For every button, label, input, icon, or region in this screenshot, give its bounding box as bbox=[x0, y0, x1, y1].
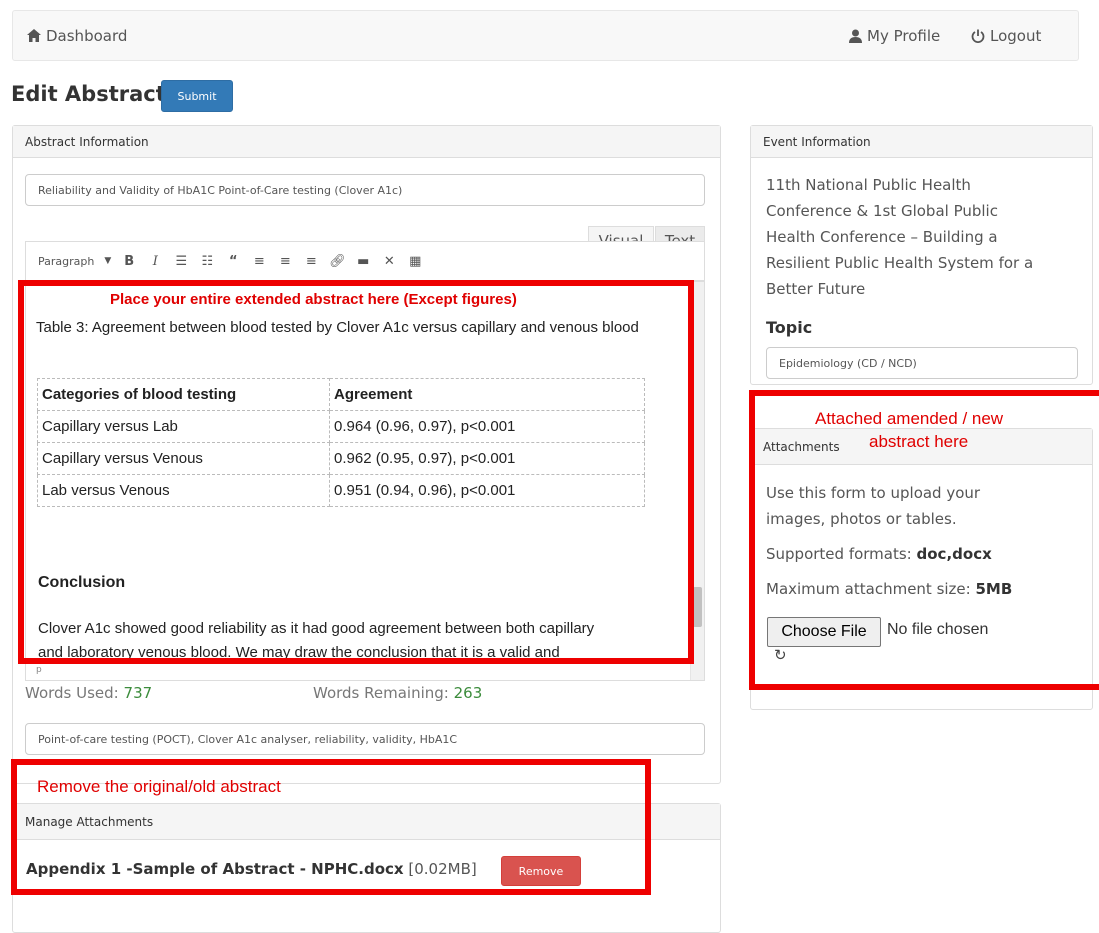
words-used-value: 737 bbox=[123, 684, 153, 702]
toolbar-toggle-icon[interactable]: ▦ bbox=[407, 254, 423, 269]
event-name-line: Conference & 1st Global Public bbox=[766, 202, 998, 220]
event-name: 11th National Public Health Conference &… bbox=[766, 172, 1086, 302]
user-icon bbox=[849, 29, 862, 43]
dashboard-label: Dashboard bbox=[46, 26, 128, 45]
logout-label: Logout bbox=[990, 26, 1042, 45]
page-title: Edit Abstract bbox=[11, 82, 166, 106]
words-used: Words Used: 737 bbox=[25, 684, 152, 702]
home-icon bbox=[27, 29, 41, 42]
annotation-attach-note-line2: abstract here bbox=[869, 432, 969, 451]
read-more-icon[interactable]: ▬ bbox=[355, 254, 371, 269]
event-information-heading: Event Information bbox=[751, 126, 1092, 158]
bold-icon[interactable]: B bbox=[121, 254, 137, 269]
annotation-editor-note: Place your entire extended abstract here… bbox=[110, 291, 517, 308]
event-name-line: Health Conference – Building a bbox=[766, 228, 998, 246]
my-profile-label: My Profile bbox=[867, 26, 941, 45]
words-remaining-label: Words Remaining: bbox=[313, 684, 449, 702]
fullscreen-icon[interactable]: ✕ bbox=[381, 254, 397, 269]
editor-toolbar: Paragraph ▼ B I ☰ ☷ “ ≡ ≡ ≡ 🔗︎ ▬ ✕ ▦ bbox=[25, 241, 705, 281]
align-center-icon[interactable]: ≡ bbox=[277, 254, 293, 269]
logout-link[interactable]: Logout bbox=[971, 11, 1041, 60]
annotation-remove-note: Remove the original/old abstract bbox=[37, 777, 281, 796]
abstract-title-input[interactable]: Reliability and Validity of HbA1C Point-… bbox=[25, 174, 705, 206]
numbered-list-icon[interactable]: ☷ bbox=[199, 254, 215, 269]
link-icon[interactable]: 🔗︎ bbox=[329, 254, 346, 269]
format-select[interactable]: Paragraph ▼ bbox=[38, 255, 111, 268]
event-name-line: Resilient Public Health System for a bbox=[766, 254, 1034, 272]
words-used-label: Words Used: bbox=[25, 684, 119, 702]
words-remaining: Words Remaining: 263 bbox=[313, 684, 482, 702]
annotation-box-editor bbox=[18, 280, 694, 664]
words-remaining-value: 263 bbox=[453, 684, 483, 702]
keywords-input[interactable]: Point-of-care testing (POCT), Clover A1c… bbox=[25, 723, 705, 755]
italic-icon[interactable]: I bbox=[147, 254, 163, 269]
submit-button[interactable]: Submit bbox=[161, 80, 233, 112]
power-icon bbox=[971, 29, 985, 43]
annotation-attach-note-line1: Attached amended / new bbox=[815, 409, 1004, 428]
topic-field: Epidemiology (CD / NCD) bbox=[766, 347, 1078, 379]
caret-down-icon: ▼ bbox=[104, 256, 112, 266]
abstract-information-heading: Abstract Information bbox=[13, 126, 720, 158]
path-indicator: p bbox=[36, 665, 42, 675]
event-name-line: Better Future bbox=[766, 280, 866, 298]
blockquote-icon[interactable]: “ bbox=[225, 254, 241, 269]
topic-label: Topic bbox=[766, 318, 813, 337]
top-navbar: Dashboard My Profile Logout bbox=[12, 10, 1079, 61]
dashboard-link[interactable]: Dashboard bbox=[27, 11, 127, 60]
bullet-list-icon[interactable]: ☰ bbox=[173, 254, 189, 269]
editor-statusbar: p bbox=[26, 662, 692, 680]
editor-scrollbar-thumb[interactable] bbox=[693, 587, 702, 627]
align-right-icon[interactable]: ≡ bbox=[303, 254, 319, 269]
my-profile-link[interactable]: My Profile bbox=[849, 11, 940, 60]
format-select-value: Paragraph bbox=[38, 254, 95, 268]
align-left-icon[interactable]: ≡ bbox=[251, 254, 267, 269]
event-name-line: 11th National Public Health bbox=[766, 176, 971, 194]
